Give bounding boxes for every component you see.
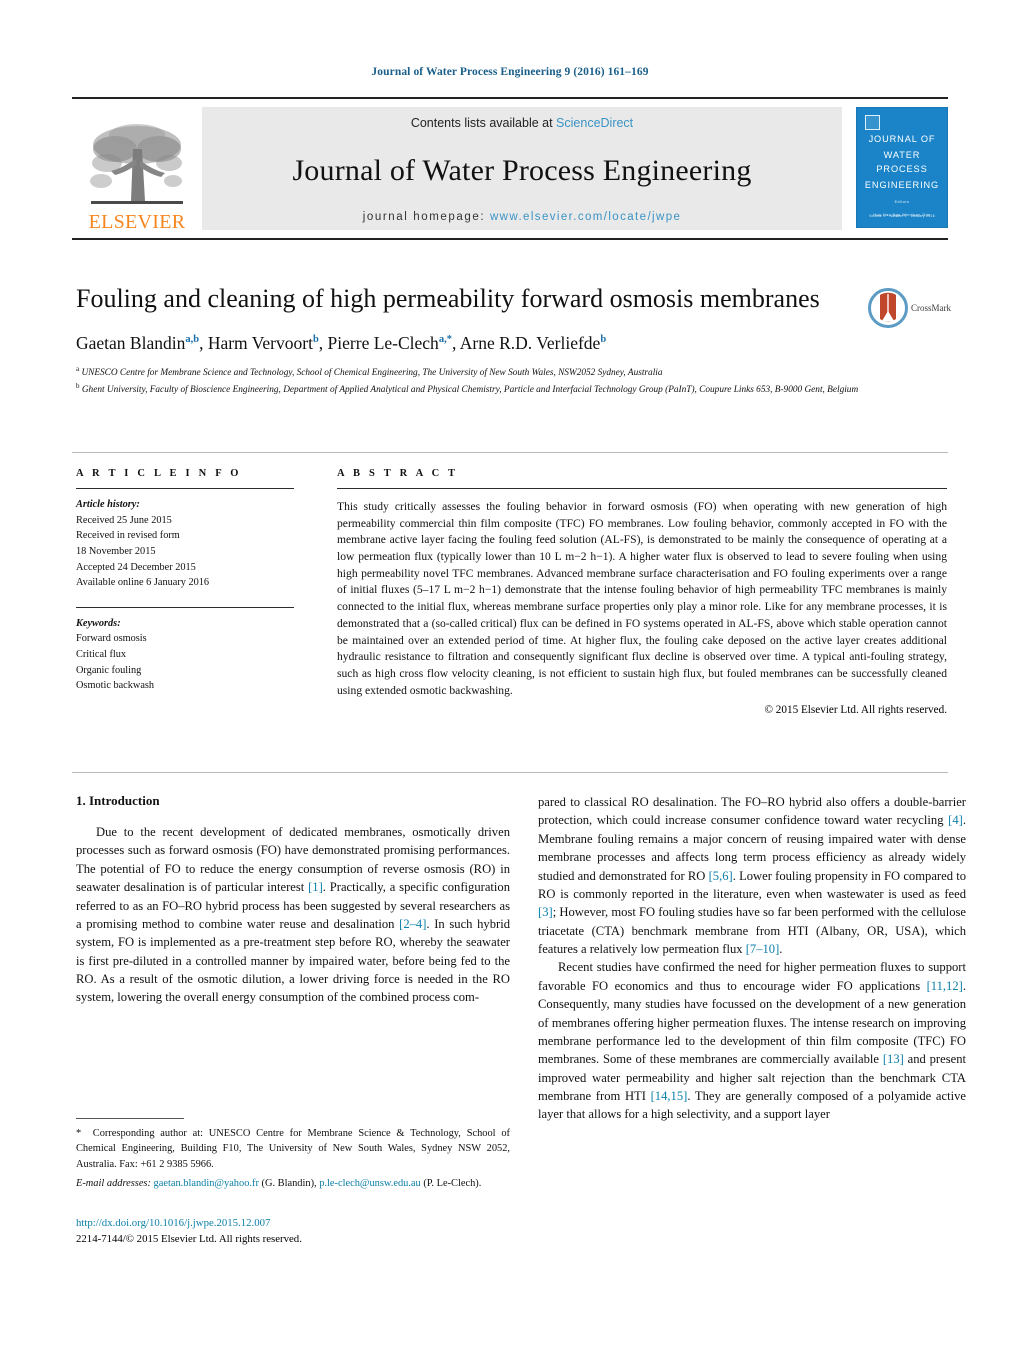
- doi-block: http://dx.doi.org/10.1016/j.jwpe.2015.12…: [76, 1215, 516, 1247]
- elsevier-logo: ELSEVIER: [72, 99, 202, 238]
- cover-title-line3: ENGINEERING: [864, 180, 940, 191]
- affiliation-a: a UNESCO Centre for Membrane Science and…: [76, 365, 663, 379]
- abstract-heading: A B S T R A C T: [337, 468, 459, 479]
- history-item: Available online 6 January 2016: [76, 577, 210, 589]
- cover-title-line1: JOURNAL OF: [868, 134, 936, 144]
- abstract-column: A B S T R A C T This study critically as…: [337, 468, 947, 716]
- page-title: Fouling and cleaning of high permeabilit…: [76, 284, 820, 313]
- keywords-label: Keywords:: [76, 617, 121, 629]
- intro-paragraph-right-2: Recent studies have confirmed the need f…: [538, 960, 966, 1122]
- doi-link[interactable]: http://dx.doi.org/10.1016/j.jwpe.2015.12…: [76, 1215, 516, 1231]
- article-history-label: Article history:: [76, 499, 140, 510]
- divider-above-body: [72, 772, 948, 773]
- affiliation-b-text: Ghent University, Faculty of Bioscience …: [81, 384, 859, 395]
- elsevier-tree-icon: [90, 124, 183, 204]
- article-info-column: A R T I C L E I N F O Article history: R…: [76, 468, 294, 694]
- contents-available-line: Contents lists available at ScienceDirec…: [411, 116, 633, 130]
- abstract-copyright: © 2015 Elsevier Ltd. All rights reserved…: [764, 704, 948, 717]
- homepage-url-link[interactable]: www.elsevier.com/locate/jwpe: [490, 211, 681, 223]
- elsevier-wordmark: ELSEVIER: [88, 211, 186, 233]
- cover-title-line2: WATER PROCESS: [876, 150, 928, 174]
- cover-editors-label: Editors: [894, 200, 910, 205]
- keyword-item: Organic fouling: [76, 664, 142, 676]
- keyword-item: Forward osmosis: [76, 633, 147, 645]
- footnote-rule: [76, 1118, 184, 1119]
- running-head: Journal of Water Process Engineering 9 (…: [371, 66, 649, 78]
- journal-title: Journal of Water Process Engineering: [292, 154, 752, 187]
- intro-paragraph-right-continued: pared to classical RO desalination. The …: [538, 795, 966, 956]
- journal-homepage-line: journal homepage: www.elsevier.com/locat…: [363, 211, 682, 223]
- keyword-item: Critical flux: [76, 649, 127, 661]
- history-item: Accepted 24 December 2015: [76, 561, 196, 573]
- body-column-right: pared to classical RO desalination. The …: [538, 793, 966, 1124]
- keywords-rule: [76, 606, 294, 608]
- sciencedirect-link[interactable]: ScienceDirect: [556, 116, 633, 130]
- keyword-item: Osmotic backwash: [76, 680, 155, 692]
- intro-paragraph-left: Due to the recent development of dedicat…: [76, 825, 510, 1005]
- history-item: Received in revised form: [76, 530, 180, 542]
- abstract-rule: [337, 488, 947, 489]
- section-heading-introduction: 1. Introduction: [76, 793, 160, 808]
- crossmark-label: CrossMark: [911, 303, 951, 313]
- cover-volume-line: Volume 9 · Number 1 · January 2016: [869, 214, 935, 218]
- history-item: 18 November 2015: [76, 545, 156, 557]
- article-history: Article history: Received 25 June 2015 R…: [76, 497, 294, 591]
- affiliation-a-text: UNESCO Centre for Membrane Science and T…: [81, 368, 663, 379]
- title-block: Fouling and cleaning of high permeabilit…: [76, 283, 866, 397]
- journal-masthead: ELSEVIER Contents lists available at Sci…: [72, 97, 948, 240]
- issn-copyright-line: 2214-7144/© 2015 Elsevier Ltd. All right…: [76, 1233, 302, 1246]
- homepage-label: journal homepage:: [362, 211, 486, 223]
- cover-publisher-mark-icon: [865, 115, 880, 130]
- email-addresses-note: E-mail addresses: gaetan.blandin@yahoo.f…: [76, 1178, 482, 1190]
- corresponding-author-note: * Corresponding author at: UNESCO Centre…: [76, 1128, 510, 1170]
- contents-prefix: Contents lists available at: [410, 116, 557, 130]
- keywords-block: Keywords: Forward osmosis Critical flux …: [76, 616, 294, 694]
- body-column-left: 1. Introduction Due to the recent develo…: [76, 793, 510, 1007]
- paper-page: Journal of Water Process Engineering 9 (…: [0, 0, 1020, 1351]
- divider-above-abstract: [72, 452, 948, 453]
- affiliation-b: b Ghent University, Faculty of Bioscienc…: [76, 381, 859, 395]
- crossmark-badge[interactable]: CrossMark: [868, 288, 964, 328]
- footnote-block: * Corresponding author at: UNESCO Centre…: [76, 1118, 510, 1192]
- article-info-rule: [76, 488, 294, 489]
- masthead-center: Contents lists available at ScienceDirec…: [202, 107, 842, 230]
- author-list: Gaetan Blandina,b, Harm Vervoortb, Pierr…: [76, 332, 607, 353]
- crossmark-icon: [868, 288, 908, 328]
- article-info-heading: A R T I C L E I N F O: [76, 468, 242, 479]
- abstract-text: This study critically assesses the fouli…: [337, 500, 947, 697]
- history-item: Received 25 June 2015: [76, 514, 172, 526]
- journal-cover-thumbnail[interactable]: JOURNAL OF WATER PROCESS ENGINEERING Edi…: [856, 107, 948, 228]
